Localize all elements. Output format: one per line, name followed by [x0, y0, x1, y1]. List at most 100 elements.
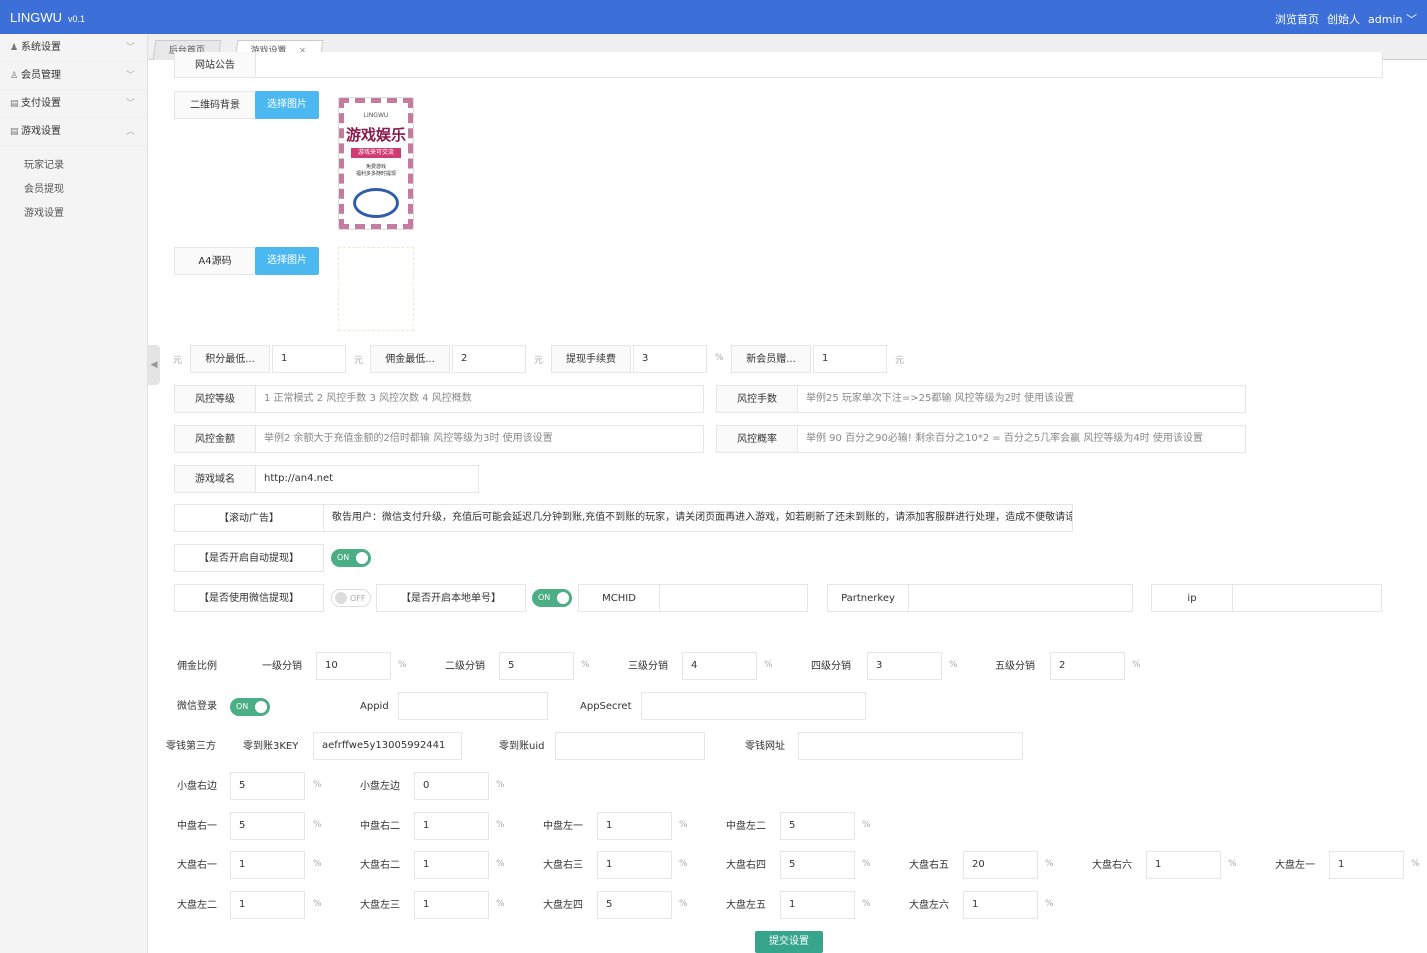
auto-withdraw-label: 【是否开启自动提现】 [174, 544, 324, 572]
scroll-ad-input[interactable]: 敬告用户：微信支付升级，充值后可能会延迟几分钟到账,充值不到账的玩家，请关闭页面… [323, 504, 1073, 532]
browse-home-link[interactable]: 浏览首页 [1275, 11, 1319, 27]
big-left-1-input[interactable]: 1 [1329, 851, 1404, 879]
uid-input[interactable] [555, 732, 705, 760]
risk-hands-input[interactable]: 举例25 玩家单次下注=>25都输 风控等级为2时 使用该设置 [797, 385, 1246, 413]
url-input[interactable] [798, 732, 1023, 760]
sidebar-item-label: 游戏设置 [21, 126, 61, 137]
chevron-down-icon: ﹀ [1406, 13, 1417, 26]
sidebar-item-game-settings[interactable]: 游戏设置 [0, 202, 147, 226]
min-points-label: 积分最低... [190, 345, 270, 373]
big-right-1-input[interactable]: 1 [230, 851, 305, 879]
chevron-down-icon: ﹀ [125, 71, 135, 81]
big-left-6-input[interactable]: 1 [963, 891, 1038, 919]
appsecret-label: AppSecret [580, 701, 632, 712]
big-right-2-input[interactable]: 1 [414, 851, 489, 879]
odds-label: 大盘右一 [177, 860, 217, 871]
withdraw-fee-input[interactable]: 3 [633, 345, 707, 373]
mid-left-2-input[interactable]: 5 [780, 812, 855, 840]
partnerkey-input[interactable] [908, 584, 1133, 612]
small-right-input[interactable]: 5 [230, 772, 305, 800]
risk-amount-input[interactable]: 举例2 余额大于充值金额的2倍时都输 风控等级为3时 使用该设置 [255, 425, 704, 453]
big-right-3-input[interactable]: 1 [597, 851, 672, 879]
level-label: 二级分销 [445, 661, 485, 672]
ip-input[interactable] [1232, 584, 1382, 612]
unit-label: % [496, 820, 505, 830]
choose-image-button[interactable]: 选择图片 [255, 247, 319, 275]
top-nav: 浏览首页 创始人 admin ﹀ [1275, 11, 1417, 27]
level-label: 四级分销 [811, 661, 851, 672]
key-input[interactable]: aefrffwe5y13005992441 [313, 732, 462, 760]
level-4-input[interactable]: 3 [867, 652, 942, 680]
notice-label: 网站公告 [174, 52, 256, 78]
sidebar-item-system[interactable]: ♟ 系统设置 ﹀ [0, 34, 147, 62]
big-left-3-input[interactable]: 1 [414, 891, 489, 919]
sidebar-item-payment[interactable]: ▤ 支付设置 ﹀ [0, 90, 147, 118]
url-label: 零钱网址 [745, 741, 785, 752]
min-points-input[interactable]: 1 [272, 345, 346, 373]
risk-level-input[interactable]: 1 正常模式 2 风控手数 3 风控次数 4 风控概数 [255, 385, 704, 413]
version-label: v0.1 [68, 14, 86, 24]
game-domain-input[interactable]: http://an4.net [255, 465, 479, 493]
odds-label: 小盘左边 [360, 781, 400, 792]
admin-menu[interactable]: admin ﹀ [1368, 11, 1417, 27]
mid-right-1-input[interactable]: 5 [230, 812, 305, 840]
appsecret-input[interactable] [641, 692, 866, 720]
chevron-up-icon: ︿ [125, 127, 135, 137]
sidebar-item-label: 系统设置 [21, 42, 61, 53]
submit-settings-button[interactable]: 提交设置 [755, 931, 823, 953]
appid-input[interactable] [398, 692, 548, 720]
odds-label: 大盘右五 [909, 860, 949, 871]
mid-left-1-input[interactable]: 1 [597, 812, 672, 840]
sidebar-item-members[interactable]: ♙ 会员管理 ﹀ [0, 62, 147, 90]
local-order-toggle[interactable]: ON [532, 589, 572, 607]
mchid-input[interactable] [659, 584, 808, 612]
new-member-gift-label: 新会员赠... [731, 345, 811, 373]
big-left-2-input[interactable]: 1 [230, 891, 305, 919]
big-right-4-input[interactable]: 5 [780, 851, 855, 879]
a4-image-preview [338, 247, 414, 331]
wechat-withdraw-label: 【是否使用微信提现】 [174, 584, 324, 612]
choose-image-button[interactable]: 选择图片 [255, 91, 319, 119]
big-left-5-input[interactable]: 1 [780, 891, 855, 919]
top-header: LINGWU v0.1 浏览首页 创始人 admin ﹀ [0, 0, 1427, 34]
auto-withdraw-toggle[interactable]: ON [331, 549, 371, 567]
wechat-login-toggle[interactable]: ON [230, 698, 270, 716]
sidebar-item-game[interactable]: ▤ 游戏设置 ︿ [0, 118, 147, 146]
odds-label: 中盘左二 [726, 821, 766, 832]
wechat-withdraw-toggle[interactable]: OFF [331, 589, 371, 607]
unit-label: % [313, 859, 322, 869]
odds-label: 大盘右六 [1092, 860, 1132, 871]
odds-label: 大盘右二 [360, 860, 400, 871]
big-left-4-input[interactable]: 5 [597, 891, 672, 919]
brand-name: LINGWU [10, 10, 62, 25]
level-2-input[interactable]: 5 [499, 652, 574, 680]
settings-form: 网站公告 二维码背景 选择图片 LINGWU 游戏娱乐 游戏来可交流 免费游戏福… [148, 52, 1427, 953]
risk-probability-input[interactable]: 举例 90 百分之90必输! 剩余百分之10*2 = 百分之5几率会赢 风控等级… [797, 425, 1246, 453]
sidebar: ♟ 系统设置 ﹀ ♙ 会员管理 ﹀ ▤ 支付设置 ﹀ ▤ 游戏设置 ︿ 玩家记录 会员提现 游戏… [0, 34, 148, 953]
big-right-5-input[interactable]: 20 [963, 851, 1038, 879]
odds-label: 中盘左一 [543, 821, 583, 832]
big-right-6-input[interactable]: 1 [1146, 851, 1221, 879]
small-left-input[interactable]: 0 [414, 772, 489, 800]
level-3-input[interactable]: 4 [682, 652, 757, 680]
poster-title: 游戏娱乐 [345, 126, 406, 144]
founder-link[interactable]: 创始人 [1327, 11, 1360, 27]
new-member-gift-input[interactable]: 1 [813, 345, 887, 373]
unit-label: 元 [173, 356, 183, 366]
scroll-ad-label: 【滚动广告】 [174, 504, 324, 532]
unit-label: % [679, 859, 688, 869]
sidebar-item-player-records[interactable]: 玩家记录 [0, 154, 147, 178]
level-1-input[interactable]: 10 [316, 652, 391, 680]
odds-label: 大盘右四 [726, 860, 766, 871]
mid-right-2-input[interactable]: 1 [414, 812, 489, 840]
brand-logo[interactable]: LINGWU v0.1 [10, 10, 85, 25]
min-commission-input[interactable]: 2 [452, 345, 526, 373]
sidebar-item-member-withdraw[interactable]: 会员提现 [0, 178, 147, 202]
level-5-input[interactable]: 2 [1050, 652, 1125, 680]
local-order-label: 【是否开启本地单号】 [376, 584, 526, 612]
notice-input[interactable] [255, 52, 1383, 78]
unit-label: % [313, 780, 322, 790]
unit-label: % [1045, 899, 1054, 909]
a4-source-label: A4源码 [174, 247, 256, 275]
odds-label: 大盘左五 [726, 900, 766, 911]
